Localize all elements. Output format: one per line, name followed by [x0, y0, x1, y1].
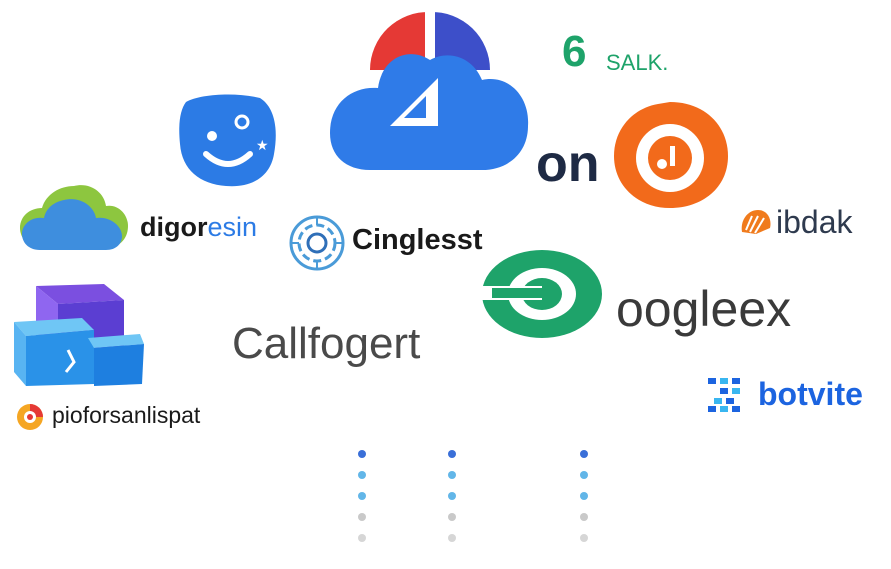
- pioforsanlispat-word: pioforsanlispat: [52, 402, 201, 428]
- digoresin-word: digoresin: [140, 214, 257, 241]
- svg-text:★: ★: [256, 138, 269, 154]
- ibdak-word: ibdak: [776, 204, 853, 240]
- cloud-icon: [20, 185, 128, 250]
- dot: [358, 471, 366, 479]
- dot: [448, 534, 456, 542]
- dot: [358, 450, 366, 458]
- orange-pin-icon: [17, 404, 43, 430]
- dot: [580, 471, 588, 479]
- dot: [358, 534, 366, 542]
- multicolor-cloud-icon: [330, 11, 529, 170]
- cube-icon: [14, 284, 144, 386]
- dot: [358, 492, 366, 500]
- dot-column-3: [578, 450, 590, 555]
- smiley-badge-icon: ★: [179, 94, 276, 187]
- dot: [448, 471, 456, 479]
- salk-word: SALK.: [606, 50, 669, 75]
- green-ring-icon: [482, 250, 602, 338]
- on-word: on: [536, 135, 600, 193]
- dot: [448, 492, 456, 500]
- digoresin-word-part2: esin: [207, 212, 258, 242]
- oogleex-word: oogleex: [616, 281, 792, 337]
- pixel-grid-icon: [708, 378, 740, 412]
- dot-column-1: [356, 450, 368, 555]
- botvite-word: botvite: [758, 376, 863, 412]
- digoresin-word-part1: digor: [140, 212, 208, 242]
- dot: [358, 513, 366, 521]
- dot: [580, 534, 588, 542]
- circuit-badge-icon: [289, 215, 345, 271]
- dot: [448, 450, 456, 458]
- dot-column-2: [446, 450, 458, 555]
- dot: [580, 492, 588, 500]
- orange-music-badge-icon: [614, 102, 728, 208]
- orange-shell-icon: [741, 210, 771, 234]
- callfogert-word: Callfogert: [232, 319, 421, 368]
- dot: [580, 450, 588, 458]
- dot: [448, 513, 456, 521]
- cinglesst-word: Cinglesst: [352, 224, 483, 256]
- salk-numeral: 6: [562, 27, 587, 76]
- dot: [580, 513, 588, 521]
